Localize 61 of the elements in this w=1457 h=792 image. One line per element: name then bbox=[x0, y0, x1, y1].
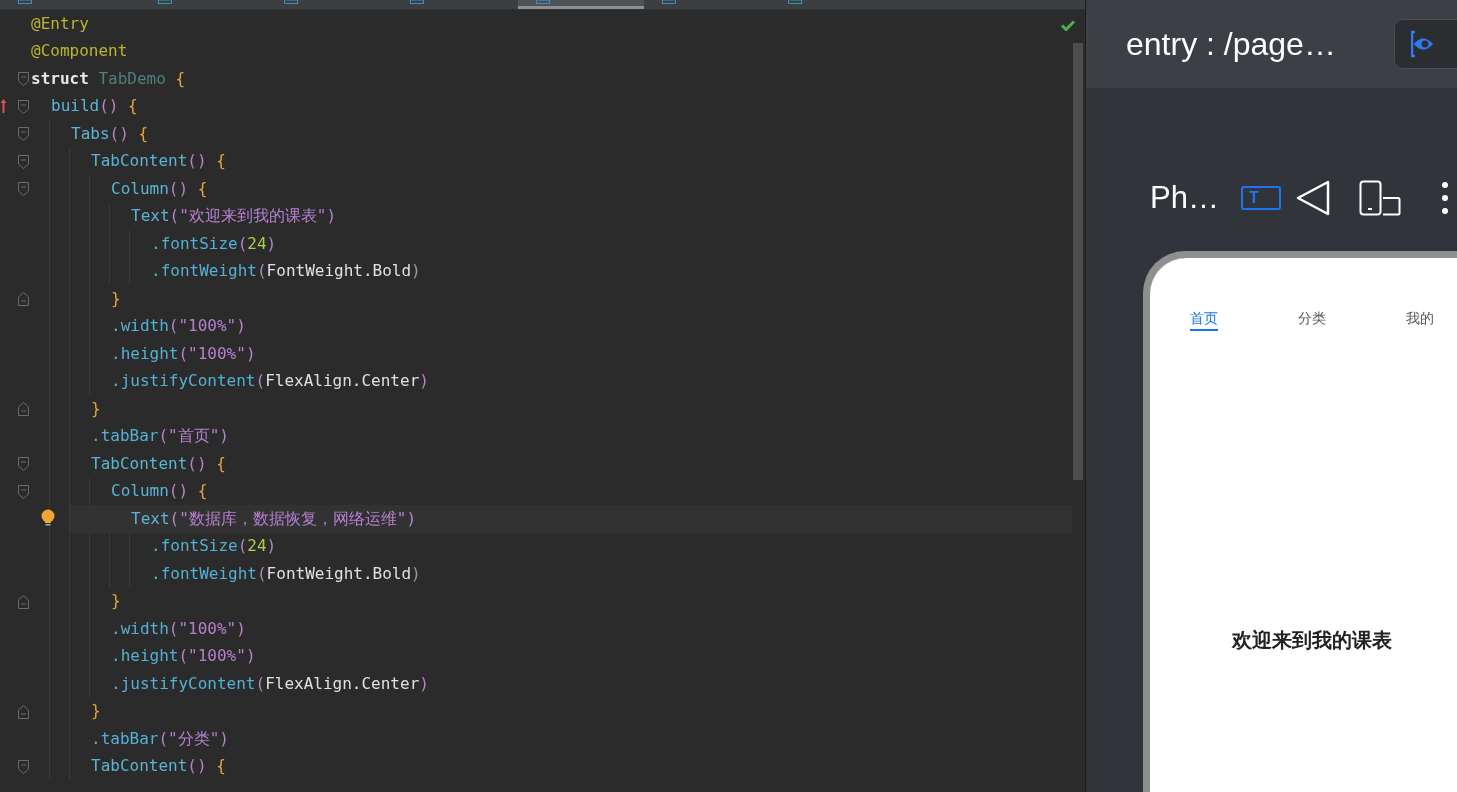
file-icon bbox=[18, 0, 32, 4]
code-line: Column() { bbox=[111, 178, 208, 199]
file-icon bbox=[158, 0, 172, 4]
code-line: .fontWeight(FontWeight.Bold) bbox=[151, 261, 421, 282]
more-icon[interactable] bbox=[1440, 181, 1449, 215]
code-line: .justifyContent(FlexAlign.Center) bbox=[111, 673, 429, 694]
editor-tab[interactable] bbox=[518, 0, 644, 9]
fold-icon[interactable] bbox=[18, 457, 29, 471]
code-line: Tabs() { bbox=[71, 123, 149, 144]
code-line: TabContent() { bbox=[91, 756, 226, 777]
code-line: .fontSize(24) bbox=[151, 233, 277, 254]
code-line: } bbox=[91, 398, 101, 419]
code-line: .tabBar("分类") bbox=[91, 728, 229, 749]
scrollbar-thumb[interactable] bbox=[1073, 43, 1083, 480]
fold-icon[interactable] bbox=[18, 182, 29, 196]
code-line: .height("100%") bbox=[111, 343, 256, 364]
code-line: @Component bbox=[31, 41, 128, 62]
eye-icon bbox=[1410, 29, 1433, 59]
code-line: Text("数据库，数据恢复，网络运维") bbox=[131, 508, 417, 529]
code-line: build() { bbox=[51, 96, 138, 117]
code-line: TabContent() { bbox=[91, 453, 226, 474]
unfold-icon[interactable] bbox=[18, 292, 29, 306]
fold-icon[interactable] bbox=[18, 72, 29, 86]
unfold-icon[interactable] bbox=[18, 594, 29, 609]
tab[interactable]: 分类 bbox=[1298, 310, 1326, 331]
rotate-device-icon[interactable] bbox=[1358, 180, 1401, 216]
code-line: } bbox=[111, 591, 121, 612]
code-line: .width("100%") bbox=[111, 316, 246, 337]
code-line: .fontWeight(FontWeight.Bold) bbox=[151, 563, 421, 584]
inspect-button[interactable] bbox=[1393, 19, 1457, 69]
code-line: .tabBar("首页") bbox=[91, 426, 229, 447]
back-icon[interactable] bbox=[1295, 180, 1330, 216]
code-line: .width("100%") bbox=[111, 618, 246, 639]
page-heading: 欢迎来到我的课表 bbox=[1232, 627, 1392, 654]
unfold-icon[interactable] bbox=[18, 402, 29, 416]
code-line: .fontSize(24) bbox=[151, 536, 277, 557]
file-icon bbox=[284, 0, 298, 4]
tab[interactable]: 我的 bbox=[1406, 310, 1434, 331]
file-icon bbox=[536, 0, 550, 4]
fold-icon[interactable] bbox=[18, 99, 29, 114]
fold-icon[interactable] bbox=[18, 484, 29, 499]
code-line: Text("欢迎来到我的课表") bbox=[131, 206, 337, 227]
fold-icon[interactable] bbox=[18, 127, 29, 141]
file-icon bbox=[788, 0, 802, 4]
fold-icon[interactable] bbox=[18, 154, 29, 169]
code-line: } bbox=[111, 288, 121, 309]
fold-icon[interactable] bbox=[18, 759, 29, 774]
code-line: Column() { bbox=[111, 481, 208, 502]
file-icon bbox=[410, 0, 424, 4]
file-icon bbox=[662, 0, 676, 4]
device-name[interactable]: Ph… bbox=[1150, 180, 1219, 216]
preview-title: entry : /page… bbox=[1126, 25, 1336, 63]
tab[interactable]: 首页 bbox=[1190, 310, 1218, 331]
code-line: TabContent() { bbox=[91, 151, 226, 172]
code-line: } bbox=[91, 701, 101, 722]
check-icon bbox=[1061, 20, 1075, 31]
code-line: @Entry bbox=[31, 13, 89, 34]
code-line: .justifyContent(FlexAlign.Center) bbox=[111, 371, 429, 392]
unfold-icon[interactable] bbox=[18, 704, 29, 719]
code-line: struct TabDemo { bbox=[31, 68, 186, 89]
code-line: .height("100%") bbox=[111, 646, 256, 667]
